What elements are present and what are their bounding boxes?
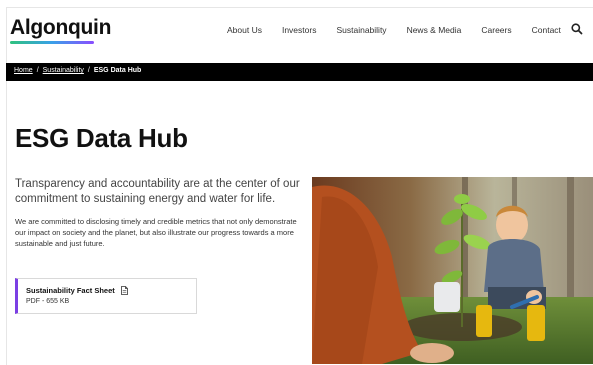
nav-contact[interactable]: Contact [532, 25, 561, 35]
breadcrumb-current: ESG Data Hub [93, 67, 142, 74]
logo-underline [10, 41, 94, 44]
algonquin-logo[interactable]: Algonquin [10, 16, 111, 44]
fact-sheet-link[interactable]: Sustainability Fact Sheet [26, 286, 115, 295]
main-nav: About Us Investors Sustainability News &… [227, 25, 581, 35]
breadcrumb-bar: Home / Sustainability / ESG Data Hub [6, 63, 593, 81]
planting-tree-image [312, 177, 593, 364]
document-icon [120, 286, 128, 295]
breadcrumb-home[interactable]: Home [14, 67, 33, 74]
fact-sheet-title: Sustainability Fact Sheet [26, 286, 128, 295]
breadcrumb-separator: / [36, 67, 39, 74]
breadcrumb-sustainability[interactable]: Sustainability [43, 67, 84, 74]
logo-text: Algonquin [10, 16, 112, 39]
breadcrumb: Home / Sustainability / ESG Data Hub [14, 67, 141, 74]
nav-news-media[interactable]: News & Media [407, 25, 462, 35]
search-icon[interactable] [570, 22, 584, 36]
nav-about-us[interactable]: About Us [227, 25, 262, 35]
fact-sheet-card[interactable]: Sustainability Fact Sheet PDF - 655 KB [15, 278, 197, 314]
nav-sustainability[interactable]: Sustainability [336, 25, 386, 35]
body-paragraph: We are committed to disclosing timely an… [15, 217, 297, 248]
page-title: ESG Data Hub [15, 123, 188, 153]
nav-careers[interactable]: Careers [481, 25, 511, 35]
fact-sheet-meta: PDF - 655 KB [26, 298, 70, 305]
breadcrumb-separator: / [87, 67, 90, 74]
hero-photo [312, 177, 593, 364]
lead-paragraph: Transparency and accountability are at t… [15, 178, 300, 205]
nav-investors[interactable]: Investors [282, 25, 317, 35]
